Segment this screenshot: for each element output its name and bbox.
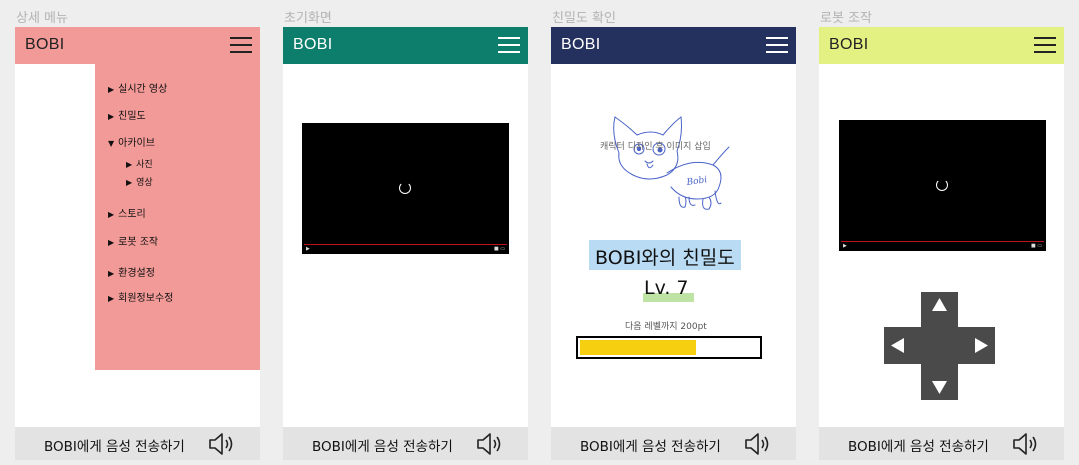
detail-menu-panel: ▶ 실시간 영상 ▶ 친밀도 ▼ 아카이브 ▶ 사진 ▶ 영상 ▶ 스토리 ▶ 로봇 조작 ▶… xyxy=(95,64,260,370)
speaker-icon[interactable] xyxy=(476,432,504,456)
triangle-right-icon: ▶ xyxy=(108,85,115,94)
phone-detail-menu: BOBI ▶ 실시간 영상 ▶ 친밀도 ▼ 아카이브 ▶ 사진 ▶ 영상 ▶ 스토리 ▶ 로봇… xyxy=(15,27,260,460)
screen-label-affinity: 친밀도 확인 xyxy=(552,11,616,26)
play-icon[interactable]: ▶ xyxy=(843,243,847,249)
logo[interactable]: BOBI xyxy=(561,36,600,54)
hamburger-menu-icon[interactable] xyxy=(766,37,788,54)
menu-item-label: 사진 xyxy=(136,160,153,170)
menu-item-label: 아카이브 xyxy=(118,138,155,149)
menu-item-robot-control[interactable]: ▶ 로봇 조작 xyxy=(108,233,158,248)
triangle-down-icon: ▼ xyxy=(108,139,115,148)
app-header: BOBI xyxy=(15,27,260,64)
screen-label-home: 초기화면 xyxy=(284,11,332,26)
live-video-player[interactable]: ▶ ■ ▭ xyxy=(302,123,509,254)
speaker-icon[interactable] xyxy=(208,432,236,456)
logo[interactable]: BOBI xyxy=(293,36,332,54)
speaker-icon[interactable] xyxy=(1012,432,1040,456)
menu-subitem-video[interactable]: ▶ 영상 xyxy=(126,175,153,188)
affinity-progress-fill xyxy=(580,340,696,355)
video-progress-bar[interactable] xyxy=(304,244,507,245)
menu-item-label: 영상 xyxy=(136,178,153,188)
hamburger-menu-icon[interactable] xyxy=(498,37,520,54)
next-level-text: 다음 레벨까지 200pt xyxy=(625,322,707,332)
fullscreen-icon[interactable]: ■ ▭ xyxy=(494,246,505,252)
down-arrow-icon[interactable] xyxy=(931,380,948,395)
phone-affinity: BOBI Bobi 캐릭터 디자인 후 이미지 삽입 BOBI와의 친밀도 Lv… xyxy=(551,27,796,460)
robot-video-player[interactable]: ▶ ■ ▭ xyxy=(839,120,1046,251)
character-placeholder-caption: 캐릭터 디자인 후 이미지 삽입 xyxy=(600,142,711,152)
voice-send-button[interactable]: BOBI에게 음성 전송하기 xyxy=(848,435,989,455)
menu-subitem-photo[interactable]: ▶ 사진 xyxy=(126,157,153,170)
character-sketch: Bobi xyxy=(613,116,730,210)
affinity-title: BOBI와의 친밀도 xyxy=(589,240,741,270)
left-arrow-icon[interactable] xyxy=(890,337,905,354)
up-arrow-icon[interactable] xyxy=(931,297,948,312)
voice-send-bar: BOBI에게 음성 전송하기 xyxy=(551,427,796,460)
menu-item-live-video[interactable]: ▶ 실시간 영상 xyxy=(108,80,167,95)
loading-spinner-icon xyxy=(399,182,411,194)
triangle-right-icon: ▶ xyxy=(108,269,115,278)
app-header: BOBI xyxy=(283,27,528,64)
menu-item-label: 실시간 영상 xyxy=(118,84,168,95)
app-header: BOBI xyxy=(819,27,1064,64)
triangle-right-icon: ▶ xyxy=(108,112,115,121)
voice-send-bar: BOBI에게 음성 전송하기 xyxy=(819,427,1064,460)
menu-item-label: 로봇 조작 xyxy=(118,237,159,248)
voice-send-button[interactable]: BOBI에게 음성 전송하기 xyxy=(312,435,453,455)
menu-item-label: 스토리 xyxy=(118,209,146,220)
voice-send-bar: BOBI에게 음성 전송하기 xyxy=(15,427,260,460)
triangle-right-icon: ▶ xyxy=(108,210,115,219)
triangle-right-icon: ▶ xyxy=(126,160,133,169)
video-progress-bar[interactable] xyxy=(841,241,1044,242)
sketch-signature: Bobi xyxy=(685,175,708,188)
loading-spinner-icon xyxy=(936,179,948,191)
voice-send-bar: BOBI에게 음성 전송하기 xyxy=(283,427,528,460)
menu-item-affinity[interactable]: ▶ 친밀도 xyxy=(108,107,146,122)
affinity-level: Lv. 7 xyxy=(644,277,689,299)
hamburger-menu-icon[interactable] xyxy=(1034,37,1056,54)
menu-item-archive[interactable]: ▼ 아카이브 xyxy=(108,134,155,149)
app-header: BOBI xyxy=(551,27,796,64)
affinity-progress-bar xyxy=(576,336,762,359)
menu-item-edit-profile[interactable]: ▶ 회원정보수정 xyxy=(108,289,173,304)
menu-item-label: 환경설정 xyxy=(118,268,155,279)
menu-item-label: 친밀도 xyxy=(118,111,146,122)
menu-item-label: 회원정보수정 xyxy=(118,293,174,304)
right-arrow-icon[interactable] xyxy=(974,337,989,354)
fullscreen-icon[interactable]: ■ ▭ xyxy=(1031,243,1042,249)
triangle-right-icon: ▶ xyxy=(108,238,115,247)
play-icon[interactable]: ▶ xyxy=(306,246,310,252)
logo[interactable]: BOBI xyxy=(829,36,868,54)
voice-send-button[interactable]: BOBI에게 음성 전송하기 xyxy=(580,435,721,455)
logo[interactable]: BOBI xyxy=(25,36,64,54)
phone-home: BOBI ▶ ■ ▭ BOBI에게 음성 전송하기 xyxy=(283,27,528,460)
phone-robot-control: BOBI ▶ ■ ▭ BOBI에게 음성 전송하기 xyxy=(819,27,1064,460)
triangle-right-icon: ▶ xyxy=(126,178,133,187)
screen-label-robot-control: 로봇 조작 xyxy=(820,11,872,26)
voice-send-button[interactable]: BOBI에게 음성 전송하기 xyxy=(44,435,185,455)
menu-item-story[interactable]: ▶ 스토리 xyxy=(108,205,146,220)
hamburger-menu-icon[interactable] xyxy=(230,37,252,54)
speaker-icon[interactable] xyxy=(744,432,772,456)
menu-item-settings[interactable]: ▶ 환경설정 xyxy=(108,264,155,279)
screen-label-detail-menu: 상세 메뉴 xyxy=(16,11,68,26)
triangle-right-icon: ▶ xyxy=(108,294,115,303)
